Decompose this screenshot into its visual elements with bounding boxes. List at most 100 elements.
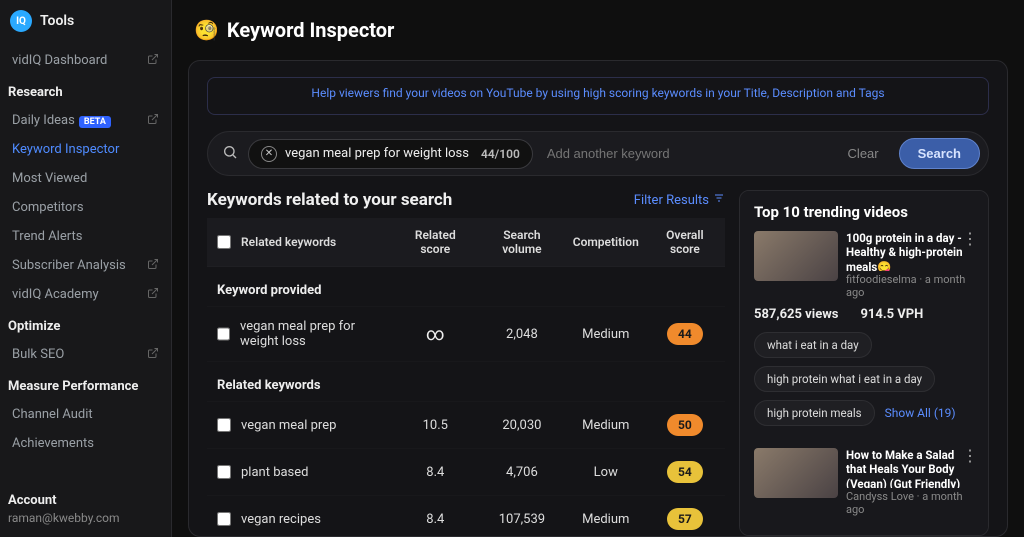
row-checkbox[interactable] <box>217 465 231 479</box>
help-banner-text: Help viewers find your videos on YouTube… <box>311 86 884 100</box>
search-volume: 107,539 <box>477 496 567 537</box>
sidebar-item[interactable]: Keyword Inspector <box>0 135 171 164</box>
sidebar-item[interactable]: vidIQ Academy <box>0 280 171 309</box>
header-emoji-icon: 🧐 <box>194 18 219 42</box>
sidebar-item-label: Subscriber Analysis <box>12 258 126 273</box>
related-score: 10.5 <box>393 402 477 449</box>
external-link-icon <box>147 53 159 68</box>
trending-video[interactable]: ⋮How to Make a Salad that Heals Your Bod… <box>754 448 974 516</box>
select-all-checkbox[interactable] <box>217 235 231 249</box>
sidebar-item-label: Bulk SEO <box>12 347 64 362</box>
search-icon <box>222 144 238 164</box>
related-score: 8.4 <box>393 496 477 537</box>
trending-title: Top 10 trending videos <box>754 203 974 221</box>
sidebar: IQ Tools vidIQ Dashboard Research Daily Id… <box>0 0 172 537</box>
account-block[interactable]: Account raman@kwebby.com <box>0 479 171 537</box>
remove-keyword-icon[interactable]: ✕ <box>261 146 277 162</box>
sidebar-item-label: Most Viewed <box>12 171 87 186</box>
table-row: plant based8.44,706Low54 <box>207 449 725 496</box>
external-link-icon <box>147 347 159 362</box>
col-search-volume: Search volume <box>477 218 567 267</box>
sidebar-item[interactable]: Achievements <box>0 429 171 458</box>
competition: Medium <box>567 496 645 537</box>
clear-button[interactable]: Clear <box>838 140 889 167</box>
add-keyword-input[interactable] <box>543 142 828 165</box>
sidebar-item-label: Trend Alerts <box>12 229 82 244</box>
sidebar-item[interactable]: Channel Audit <box>0 400 171 429</box>
sidebar-section-title: Optimize <box>0 309 171 340</box>
search-volume: 20,030 <box>477 402 567 449</box>
keyword-text: plant based <box>241 465 309 480</box>
app-label: Tools <box>40 13 74 29</box>
sidebar-item[interactable]: Subscriber Analysis <box>0 251 171 280</box>
sidebar-item[interactable]: Bulk SEO <box>0 340 171 369</box>
table-title: Keywords related to your search <box>207 190 452 210</box>
related-score: ∞ <box>393 307 477 362</box>
sidebar-item-label: Achievements <box>12 436 94 451</box>
keyword-chip-text: vegan meal prep for weight loss <box>285 146 469 161</box>
table-row: vegan meal prep10.520,030Medium50 <box>207 402 725 449</box>
related-score: 8.4 <box>393 449 477 496</box>
table-group-label: Related keywords <box>207 362 725 402</box>
keyword-text: vegan meal prep for weight loss <box>240 319 387 349</box>
sidebar-item-label: vidIQ Dashboard <box>12 53 107 68</box>
page-header: 🧐 Keyword Inspector <box>172 0 1024 54</box>
filter-results-button[interactable]: Filter Results <box>634 192 725 208</box>
sidebar-item-label: Keyword Inspector <box>12 142 119 157</box>
overall-score-cell: 57 <box>645 496 725 537</box>
sidebar-item[interactable]: Daily IdeasBETA <box>0 106 171 135</box>
beta-badge: BETA <box>79 116 111 128</box>
show-all-link[interactable]: Show All (19) <box>885 406 956 420</box>
col-overall-score: Overall score <box>645 218 725 267</box>
row-checkbox[interactable] <box>217 327 230 341</box>
search-volume: 2,048 <box>477 307 567 362</box>
video-channel: fitfoodieselma · a month ago <box>846 273 974 299</box>
filter-icon <box>713 192 725 208</box>
sidebar-header: IQ Tools <box>0 0 171 46</box>
row-checkbox[interactable] <box>217 418 231 432</box>
keyword-chip: ✕ vegan meal prep for weight loss 44/100 <box>248 139 533 169</box>
tag-pill[interactable]: high protein what i eat in a day <box>754 366 935 392</box>
score-pill: 44 <box>667 323 703 345</box>
trending-video[interactable]: ⋮100g protein in a day - Healthy & high-… <box>754 231 974 299</box>
tag-pill[interactable]: what i eat in a day <box>754 332 872 358</box>
table-row: vegan meal prep for weight loss∞2,048Med… <box>207 307 725 362</box>
trending-panel: Top 10 trending videos ⋮100g protein in … <box>739 190 989 536</box>
main: 🧐 Keyword Inspector Help viewers find yo… <box>172 0 1024 537</box>
keywords-table-wrap: Keywords related to your search Filter R… <box>207 190 725 536</box>
external-link-icon <box>147 258 159 273</box>
external-link-icon <box>147 113 159 128</box>
overall-score-cell: 54 <box>645 449 725 496</box>
more-icon[interactable]: ⋮ <box>962 446 978 465</box>
more-icon[interactable]: ⋮ <box>962 229 978 248</box>
sidebar-item[interactable]: Competitors <box>0 193 171 222</box>
account-email: raman@kwebby.com <box>8 511 159 525</box>
keyword-text: vegan recipes <box>241 512 321 527</box>
competition: Medium <box>567 402 645 449</box>
row-checkbox[interactable] <box>217 512 231 526</box>
sidebar-item-label: Competitors <box>12 200 84 215</box>
video-title: How to Make a Salad that Heals Your Body… <box>846 448 974 488</box>
video-channel: Candyss Love · a month ago <box>846 490 974 516</box>
competition: Medium <box>567 307 645 362</box>
keywords-table: Related keywords Related score Search vo… <box>207 218 725 536</box>
video-title: 100g protein in a day - Healthy & high-p… <box>846 231 974 271</box>
search-bar: ✕ vegan meal prep for weight loss 44/100… <box>207 131 989 176</box>
sidebar-item[interactable]: Most Viewed <box>0 164 171 193</box>
filter-label: Filter Results <box>634 193 709 208</box>
col-related-keywords: Related keywords <box>241 235 336 249</box>
col-related-score: Related score <box>393 218 477 267</box>
competition: Low <box>567 449 645 496</box>
sidebar-section-title: Measure Performance <box>0 369 171 400</box>
video-thumbnail <box>754 448 838 498</box>
vph-label: 914.5 VPH <box>860 307 923 322</box>
sidebar-section-title: Research <box>0 75 171 106</box>
keyword-chip-score: 44/100 <box>481 147 520 161</box>
search-button[interactable]: Search <box>899 138 980 169</box>
score-pill: 50 <box>667 414 703 436</box>
sidebar-item-label: Daily IdeasBETA <box>12 113 111 128</box>
sidebar-item[interactable]: Trend Alerts <box>0 222 171 251</box>
tag-pill[interactable]: high protein meals <box>754 400 875 426</box>
external-link-icon <box>147 287 159 302</box>
sidebar-item[interactable]: vidIQ Dashboard <box>0 46 171 75</box>
